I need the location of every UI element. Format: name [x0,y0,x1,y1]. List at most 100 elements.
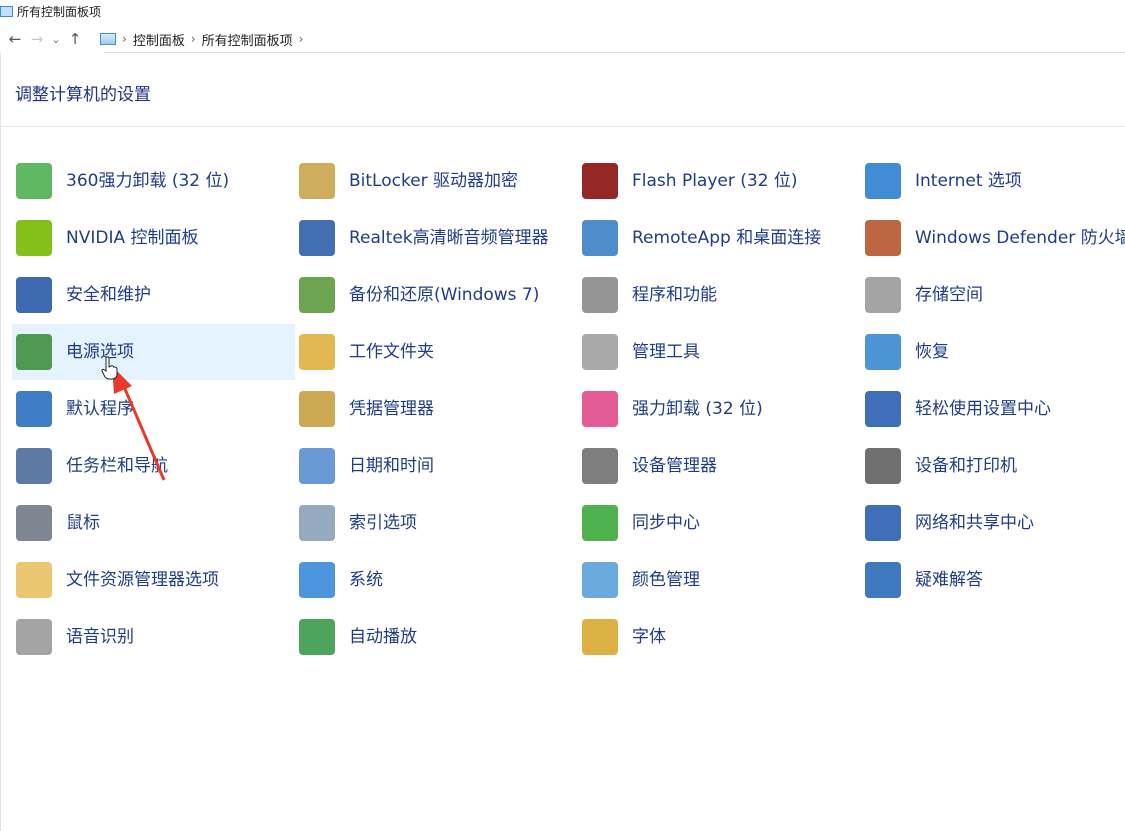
devices-printers-icon [865,448,901,484]
control-panel-item[interactable]: 管理工具 [578,324,861,380]
internet-globe-icon [865,163,901,199]
ease-of-access-icon [865,391,901,427]
control-panel-item-label: Realtek高清晰音频管理器 [349,228,549,248]
admin-tools-icon [582,334,618,370]
breadcrumb-dropdown-chevron-icon[interactable]: › [299,32,304,46]
remoteapp-icon [582,220,618,256]
control-panel-item-label: 凭据管理器 [349,399,434,419]
control-panel-item[interactable]: 恢复 [861,324,1125,380]
heading-divider [0,126,1125,127]
credential-manager-icon [299,391,335,427]
navigation-bar: ← → ⌄ ↑ › 控制面板 › 所有控制面板项 › [0,26,1125,52]
control-panel-item[interactable]: Realtek高清晰音频管理器 [295,210,578,266]
title-bar: 所有控制面板项 [0,0,1125,22]
control-panel-item-label: 安全和维护 [66,285,151,305]
power-options-icon [16,334,52,370]
color-management-icon [582,562,618,598]
hand-cursor-icon [101,356,118,380]
realtek-audio-icon [299,220,335,256]
control-panel-item-label: 系统 [349,570,383,590]
sync-center-icon [582,505,618,541]
control-panel-item-label: 管理工具 [632,342,700,362]
control-panel-item[interactable]: 安全和维护 [12,267,295,323]
date-time-icon [299,448,335,484]
control-panel-item-label: 同步中心 [632,513,700,533]
control-panel-item-label: 轻松使用设置中心 [915,399,1051,419]
network-sharing-icon [865,505,901,541]
control-panel-item-label: 设备和打印机 [915,456,1017,476]
breadcrumb-all-items[interactable]: 所有控制面板项 [202,30,293,49]
power-uninstall-icon [582,391,618,427]
control-panel-item[interactable]: 索引选项 [295,495,578,551]
control-panel-item[interactable]: 语音识别 [12,609,295,665]
back-arrow-icon[interactable]: ← [4,28,26,50]
window-left-border [0,52,1,831]
control-panel-item-label: Flash Player (32 位) [632,171,798,191]
control-panel-item[interactable]: 存储空间 [861,267,1125,323]
control-panel-item[interactable]: 字体 [578,609,861,665]
control-panel-item[interactable]: 网络和共享中心 [861,495,1125,551]
bitlocker-key-icon [299,163,335,199]
control-panel-item[interactable]: 强力卸载 (32 位) [578,381,861,437]
backup-restore-icon [299,277,335,313]
control-panel-item[interactable]: 疑难解答 [861,552,1125,608]
control-panel-item[interactable]: Internet 选项 [861,153,1125,209]
control-panel-item[interactable]: Flash Player (32 位) [578,153,861,209]
control-panel-item[interactable]: 备份和还原(Windows 7) [295,267,578,323]
control-panel-item-label: 自动播放 [349,627,417,647]
control-panel-item[interactable]: 设备和打印机 [861,438,1125,494]
control-panel-item[interactable]: NVIDIA 控制面板 [12,210,295,266]
control-panel-item-label: 程序和功能 [632,285,717,305]
control-panel-item-label: 360强力卸载 (32 位) [66,171,230,191]
indexing-options-icon [299,505,335,541]
control-panel-item[interactable]: 颜色管理 [578,552,861,608]
recent-locations-chevron-icon[interactable]: ⌄ [48,28,64,50]
up-arrow-icon[interactable]: ↑ [64,28,86,50]
control-panel-item[interactable]: 鼠标 [12,495,295,551]
security-flag-icon [16,277,52,313]
control-panel-item[interactable]: 工作文件夹 [295,324,578,380]
control-panel-item[interactable]: 轻松使用设置中心 [861,381,1125,437]
control-panel-item[interactable]: 文件资源管理器选项 [12,552,295,608]
explorer-options-icon [16,562,52,598]
control-panel-item-label: 文件资源管理器选项 [66,570,219,590]
control-panel-item[interactable]: RemoteApp 和桌面连接 [578,210,861,266]
firewall-icon [865,220,901,256]
page-heading: 调整计算机的设置 [15,85,151,105]
speech-recognition-icon [16,619,52,655]
troubleshooting-icon [865,562,901,598]
control-panel-item-label: BitLocker 驱动器加密 [349,171,519,191]
control-panel-item-label: 强力卸载 (32 位) [632,399,763,419]
control-panel-item[interactable]: 日期和时间 [295,438,578,494]
control-panel-item-label: 疑难解答 [915,570,983,590]
control-panel-item-label: 存储空间 [915,285,983,305]
control-panel-item-label: 设备管理器 [632,456,717,476]
control-panel-item[interactable]: 自动播放 [295,609,578,665]
storage-spaces-icon [865,277,901,313]
control-panel-item[interactable]: 设备管理器 [578,438,861,494]
control-panel-item[interactable]: Windows Defender 防火墙 [861,210,1125,266]
control-panel-item[interactable]: 系统 [295,552,578,608]
taskbar-navigation-icon [16,448,52,484]
breadcrumb-control-panel[interactable]: 控制面板 [133,30,185,49]
breadcrumb-separator: › [190,32,196,46]
system-icon [299,562,335,598]
control-panel-item-label: 工作文件夹 [349,342,434,362]
window-title: 所有控制面板项 [17,4,102,19]
control-panel-item[interactable]: 程序和功能 [578,267,861,323]
fonts-icon [582,619,618,655]
control-panel-item[interactable]: BitLocker 驱动器加密 [295,153,578,209]
programs-features-icon [582,277,618,313]
flash-player-icon [582,163,618,199]
control-panel-item[interactable]: 凭据管理器 [295,381,578,437]
control-panel-item[interactable]: 360强力卸载 (32 位) [12,153,295,209]
control-panel-item-label: 索引选项 [349,513,417,533]
address-bar-divider [104,52,1125,53]
control-panel-breadcrumb-icon [100,33,116,45]
control-panel-item[interactable]: 同步中心 [578,495,861,551]
control-panel-item-label: 恢复 [915,342,949,362]
forward-arrow-icon[interactable]: → [26,28,48,50]
control-panel-item-label: 颜色管理 [632,570,700,590]
work-folders-icon [299,334,335,370]
control-panel-window-icon [0,5,13,17]
